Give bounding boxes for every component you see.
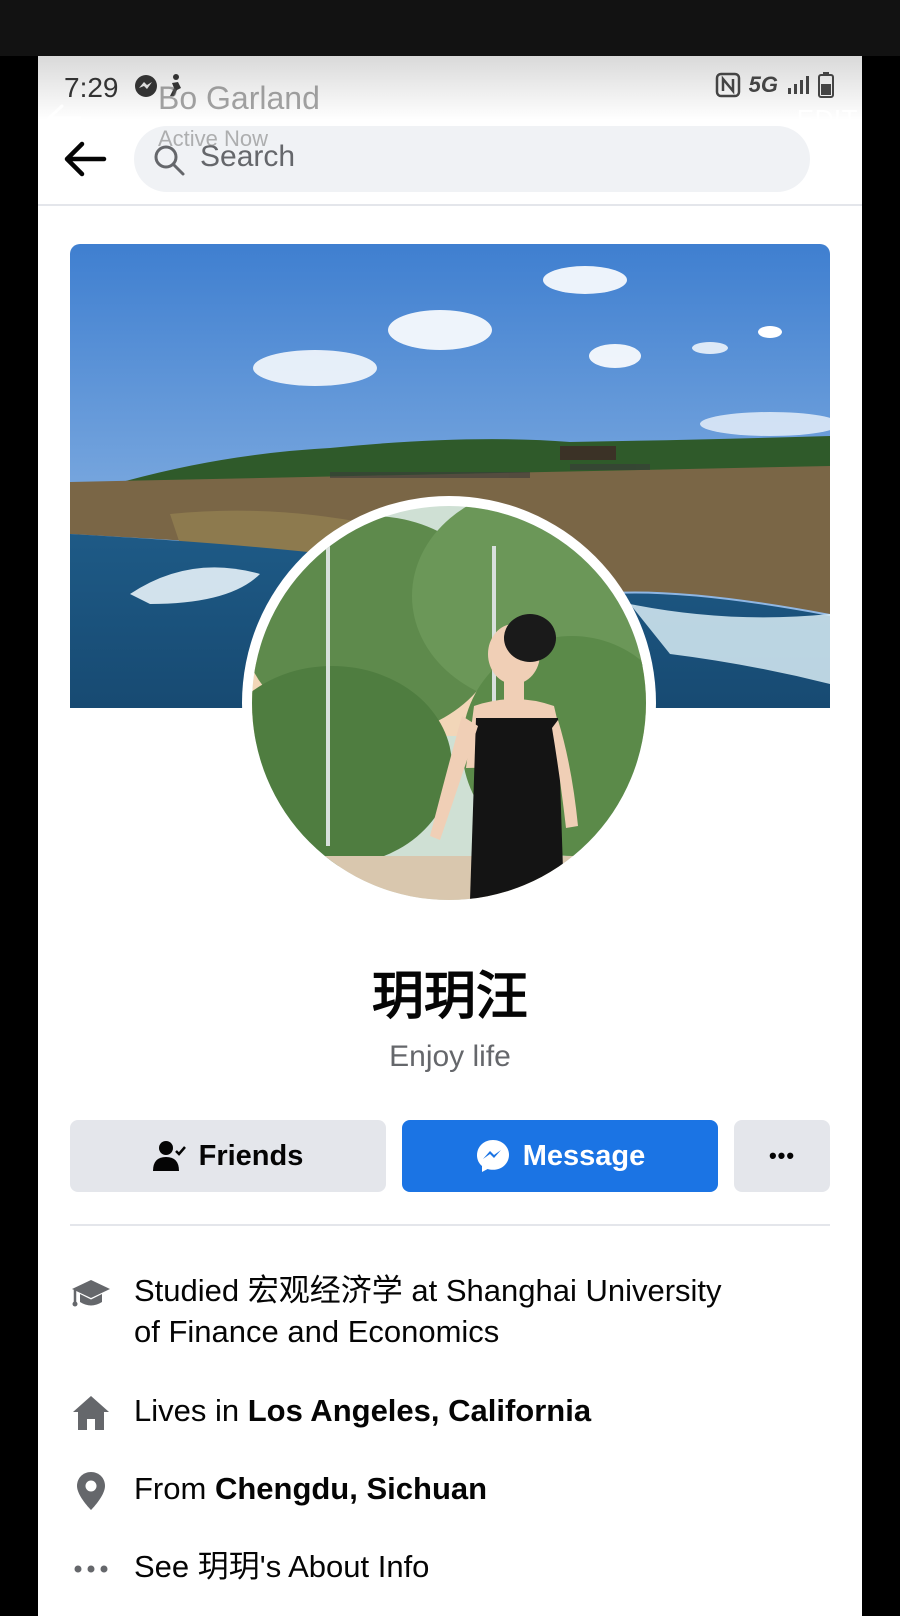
back-arrow-icon[interactable] xyxy=(60,134,110,184)
more-icon: ••• xyxy=(768,1143,796,1168)
graduation-cap-icon xyxy=(72,1280,110,1307)
intro-lives: Lives in Los Angeles, California xyxy=(70,1390,830,1434)
more-options-button[interactable]: ••• xyxy=(734,1120,830,1192)
from-prefix: From xyxy=(134,1471,215,1506)
lives-prefix: Lives in xyxy=(134,1393,248,1428)
divider xyxy=(70,1224,830,1226)
location-pin-icon xyxy=(77,1472,105,1510)
chat-head-name: Bo Garland xyxy=(158,80,320,116)
lives-place-link[interactable]: Los Angeles, California xyxy=(248,1393,591,1428)
system-icons: 5G xyxy=(715,72,834,98)
see-about-info[interactable]: See 玥玥's About Info xyxy=(70,1546,830,1590)
network-type: 5G xyxy=(748,72,778,97)
see-about-info-label: See 玥玥's About Info xyxy=(134,1549,430,1584)
friends-label: Friends xyxy=(198,1139,304,1172)
chat-head-status: Active Now xyxy=(158,126,269,151)
profile-picture[interactable] xyxy=(242,496,656,910)
home-icon xyxy=(73,1396,109,1430)
right-bezel xyxy=(862,56,900,1616)
edit-button[interactable]: EDIT xyxy=(797,104,858,135)
intro-education: Studied 宏观经济学 at Shanghai University of … xyxy=(70,1270,830,1352)
overlay-back-arrow-icon[interactable] xyxy=(44,98,84,138)
left-bezel xyxy=(0,56,38,1616)
top-bezel xyxy=(0,0,900,56)
friends-button[interactable]: Friends xyxy=(70,1120,386,1192)
message-button[interactable]: Message xyxy=(402,1120,718,1192)
avatar xyxy=(252,506,646,900)
profile-bio: Enjoy life xyxy=(389,1040,511,1073)
message-label: Message xyxy=(522,1139,646,1172)
messenger-icon xyxy=(476,1140,509,1172)
profile-name: 玥玥汪 xyxy=(371,968,528,1026)
friends-icon xyxy=(152,1141,186,1171)
nfc-icon xyxy=(715,72,740,98)
battery-icon xyxy=(818,72,834,98)
dots-icon xyxy=(74,1565,108,1573)
education-line-2: of Finance and Economics xyxy=(134,1314,500,1349)
signal-icon xyxy=(788,76,809,94)
messenger-notification-icon xyxy=(135,75,157,97)
from-place-link[interactable]: Chengdu, Sichuan xyxy=(215,1471,487,1506)
intro-from: From Chengdu, Sichuan xyxy=(70,1468,830,1512)
phone-screen: 玥玥汪 Enjoy life Friends Message ••• Studi… xyxy=(38,56,862,1616)
education-line-1: Studied 宏观经济学 at Shanghai University xyxy=(134,1273,722,1308)
